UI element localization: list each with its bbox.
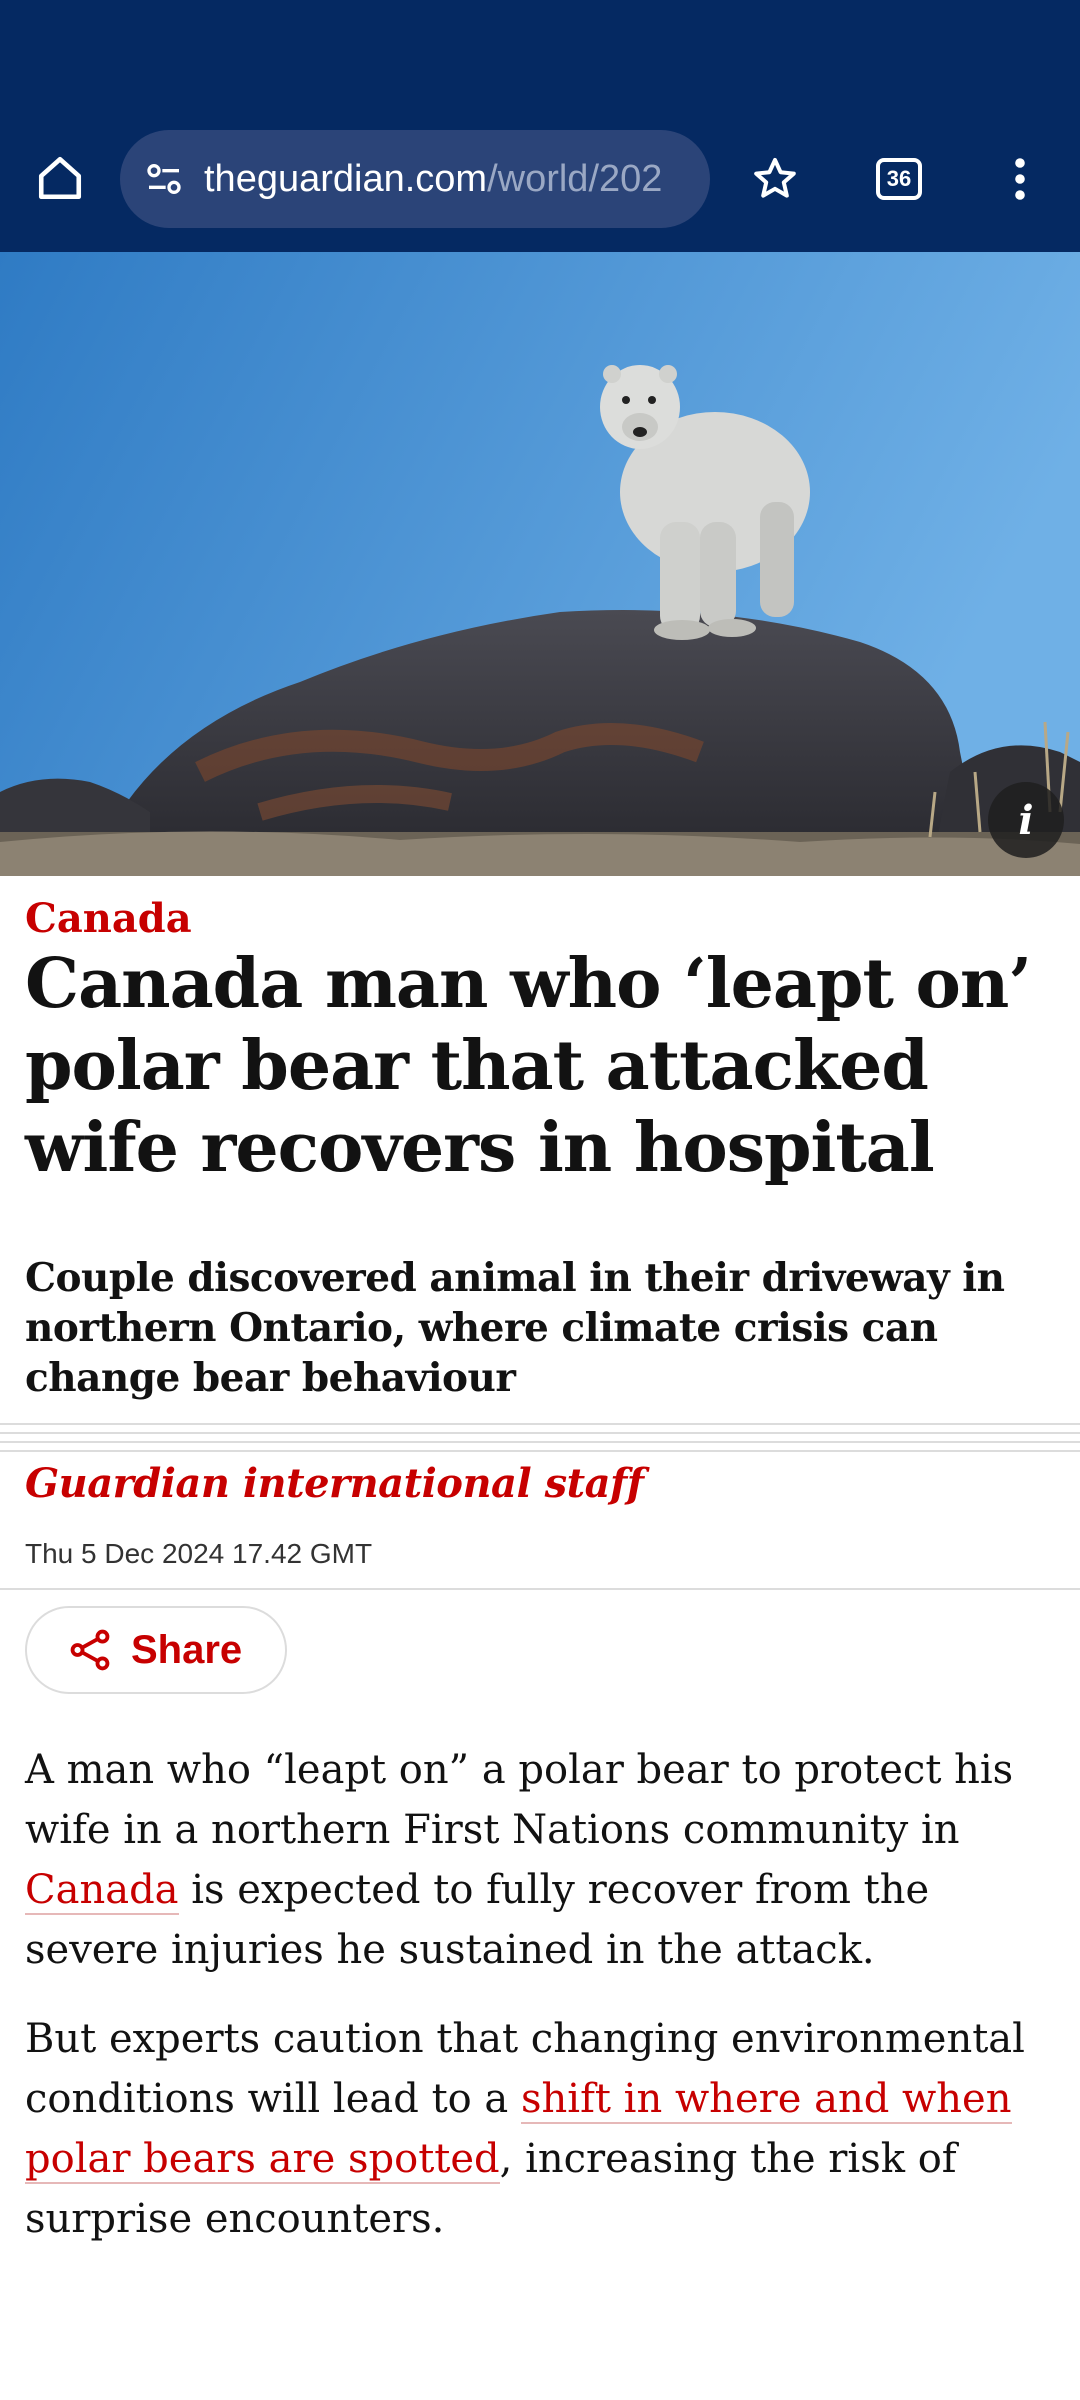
divider [0,1423,1080,1453]
bookmark-button[interactable] [738,142,812,216]
more-menu-button[interactable] [990,142,1050,216]
site-settings-icon[interactable] [136,151,192,207]
bookmark-star-icon [754,158,796,198]
tab-switcher-icon: 36 [876,158,922,200]
tab-count: 36 [886,166,912,191]
browser-toolbar: theguardian.com/world/202 36 [0,0,1080,252]
paragraph-text: A man who “leapt on” a polar bear to pro… [25,1747,1014,1853]
byline[interactable]: Guardian international staff [25,1460,644,1507]
tab-switcher-button[interactable]: 36 [862,142,936,216]
url-text: theguardian.com/world/202 [204,158,662,201]
standfirst: Couple discovered animal in their drivew… [25,1255,1005,1401]
share-button[interactable]: Share [25,1606,287,1694]
body-paragraph: A man who “leapt on” a polar bear to pro… [25,1740,1060,1980]
info-icon: i [1018,796,1034,844]
section-link[interactable]: Canada [25,895,192,942]
home-icon [38,156,82,200]
body-paragraph: But experts caution that changing enviro… [25,2009,1060,2249]
share-label: Share [131,1627,243,1672]
divider [0,1588,1080,1590]
publish-date: Thu 5 Dec 2024 17.42 GMT [25,1538,373,1569]
more-menu-icon [1015,158,1025,200]
headline: Canada man who ‘leapt on’ polar bear tha… [25,944,1032,1188]
hero-image [0,252,1080,876]
image-info-button[interactable]: i [988,782,1064,858]
address-bar[interactable]: theguardian.com/world/202 [120,130,710,228]
url-path: /world/202 [487,157,663,200]
url-host: theguardian.com [204,157,488,200]
home-button[interactable] [22,140,98,216]
share-icon [70,1629,110,1671]
canada-link[interactable]: Canada [25,1867,179,1915]
